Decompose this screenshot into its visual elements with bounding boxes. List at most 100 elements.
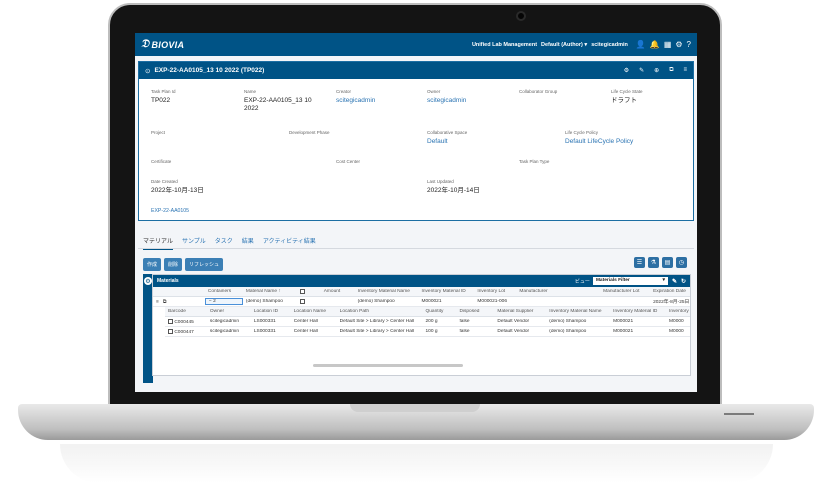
column-header[interactable]: Manufacturer Lot xyxy=(600,289,650,294)
panel-header: ⊙ EXP-22-AA0105_13 10 2022 (TP022) ⚙ ✎ ⊕… xyxy=(139,62,693,79)
base-slot xyxy=(724,413,754,415)
materials-title: Materials xyxy=(157,278,179,284)
materials-header: Materials ビュー Materials Filter ▾ ✎ ↻ xyxy=(153,275,690,287)
delete-button[interactable]: 削除 xyxy=(164,258,183,271)
menu-icon[interactable]: ≡ xyxy=(683,67,687,74)
help-icon[interactable]: ? xyxy=(687,40,691,49)
field-name: Name EXP-22-AA0105_13 10 2022 xyxy=(244,89,312,112)
field-cost-center: Cost Center xyxy=(336,159,361,164)
action-buttons: 作成 削除 リフレッシュ xyxy=(143,258,224,271)
materials-table: Containers Material Name ↑ Amount Invent… xyxy=(153,287,690,367)
laptop-mockup: 𝔇 BIOVIA Unified Lab Management Default … xyxy=(0,0,833,483)
panel-title: EXP-22-AA0105_13 10 2022 (TP022) xyxy=(154,67,265,74)
column-header[interactable]: Material Supplier xyxy=(494,309,546,314)
view-label: ビュー xyxy=(574,278,590,285)
user-name[interactable]: scitegicadmin xyxy=(591,42,628,48)
notification-bell-icon[interactable]: 🔔 xyxy=(650,40,660,49)
webcam xyxy=(516,11,526,21)
column-header[interactable]: Inventory Lot xyxy=(474,289,516,294)
field-creator: Creator scitegicadmin xyxy=(336,89,376,104)
column-header[interactable]: Expiration Date xyxy=(650,289,690,294)
target-icon[interactable]: ⊕ xyxy=(654,67,659,74)
column-header[interactable]: Material Name ↑ xyxy=(243,289,297,294)
field-date-created: Date Created 2022年-10月-13日 xyxy=(151,179,204,194)
create-button[interactable]: 作成 xyxy=(143,258,162,271)
column-header[interactable]: Manufacturer xyxy=(516,289,600,294)
reflection xyxy=(60,444,773,483)
field-project: Project xyxy=(151,130,166,135)
field-collaborator-group: Collaborator Group xyxy=(519,89,558,94)
view-select-value: Materials Filter xyxy=(595,278,630,283)
column-header[interactable]: Location ID xyxy=(251,309,291,314)
toolbar-icons: ☰ ⚗ ▤ ◷ xyxy=(634,257,687,268)
checkbox[interactable] xyxy=(168,328,173,334)
column-header[interactable]: Inventory Material ID xyxy=(419,289,475,294)
column-header[interactable]: Inventory Material Name xyxy=(355,289,419,294)
apps-grid-icon[interactable]: ▦ xyxy=(664,40,672,49)
table-row[interactable]: C000445 scitegicadmin LS000331 Center Ha… xyxy=(165,317,690,327)
clock-icon[interactable]: ◷ xyxy=(676,257,687,268)
container-subgrid: Barcode Owner Location ID Location Name … xyxy=(165,307,690,337)
tab-divider xyxy=(138,248,694,249)
field-development-phase: Development Phase xyxy=(289,130,330,135)
field-last-updated: Last Updated 2022年-10月-14日 xyxy=(427,179,480,194)
field-lifecycle-state: Life Cycle State ドラフト xyxy=(611,89,643,104)
column-header-checkbox[interactable] xyxy=(297,288,321,295)
edit-icon[interactable]: ✎ xyxy=(672,278,677,285)
row-menu-icon[interactable]: ≡ xyxy=(156,300,159,305)
ds-logo-icon: 𝔇 xyxy=(141,38,150,50)
column-header[interactable]: Inventory Material ID xyxy=(610,309,666,314)
flask-icon[interactable]: ⚗ xyxy=(648,257,659,268)
field-owner: Owner scitegicadmin xyxy=(427,89,467,104)
refresh-icon[interactable]: ↻ xyxy=(681,278,686,285)
table-row[interactable]: ≡ ⧉ − 2 (demo) Shampoo (demo) Shampoo M0… xyxy=(153,297,690,307)
user-icon[interactable]: 👤 xyxy=(636,40,646,49)
role-selector[interactable]: Default (Author) ▾ xyxy=(541,42,587,48)
field-task-plan-id: Task Plan Id TP022 xyxy=(151,89,176,104)
materials-grid: Materials ビュー Materials Filter ▾ ✎ ↻ Con… xyxy=(152,274,691,376)
subgrid-header-row: Barcode Owner Location ID Location Name … xyxy=(165,307,690,317)
column-header[interactable]: Amount xyxy=(321,289,355,294)
panel-icon: ⊙ xyxy=(145,67,151,75)
open-link-icon[interactable]: ⧉ xyxy=(163,300,166,305)
column-header[interactable]: Quantity xyxy=(423,309,457,314)
column-header[interactable]: Barcode xyxy=(165,309,207,314)
table-row[interactable]: C000447 scitegicadmin LS000331 Center Ha… xyxy=(165,327,690,337)
column-header[interactable]: Location Name xyxy=(291,309,337,314)
checkbox[interactable] xyxy=(299,288,305,294)
table-header-row: Containers Material Name ↑ Amount Invent… xyxy=(153,287,690,297)
horizontal-scrollbar[interactable] xyxy=(313,364,463,367)
external-link-icon[interactable]: ⧉ xyxy=(669,67,673,74)
side-gear-icon[interactable]: ⚙ xyxy=(144,277,152,285)
expand-icon[interactable]: − xyxy=(209,299,212,304)
top-bar: 𝔇 BIOVIA Unified Lab Management Default … xyxy=(135,33,697,56)
column-header[interactable]: Inventory Material Name xyxy=(546,309,610,314)
biovia-logo[interactable]: 𝔇 BIOVIA xyxy=(141,38,184,51)
refresh-button[interactable]: リフレッシュ xyxy=(185,258,224,271)
app-name: Unified Lab Management xyxy=(471,41,538,48)
lid-notch xyxy=(350,404,480,412)
app-screen: 𝔇 BIOVIA Unified Lab Management Default … xyxy=(135,33,697,392)
view-select[interactable]: Materials Filter ▾ xyxy=(592,277,668,285)
column-header[interactable]: Owner xyxy=(207,309,251,314)
laptop-base xyxy=(18,404,814,440)
gear-icon[interactable]: ⚙ xyxy=(675,40,682,49)
column-header[interactable]: Inventory xyxy=(666,309,690,314)
settings-icon[interactable]: ⚙ xyxy=(624,67,629,74)
field-collaborative-space: Collaborative Space Default xyxy=(427,130,468,145)
task-plan-panel: ⊙ EXP-22-AA0105_13 10 2022 (TP022) ⚙ ✎ ⊕… xyxy=(138,61,694,221)
checkbox[interactable] xyxy=(168,318,173,324)
chevron-down-icon: ▾ xyxy=(662,278,665,283)
column-header[interactable]: Location Path xyxy=(337,309,423,314)
checkbox[interactable] xyxy=(299,298,305,304)
column-header[interactable]: Containers xyxy=(205,289,243,294)
edit-icon[interactable]: ✎ xyxy=(639,67,644,74)
experiment-link[interactable]: EXP-22-AA0105 xyxy=(151,208,189,214)
logo-text: BIOVIA xyxy=(151,39,185,50)
field-lifecycle-policy: Life Cycle Policy Default LifeCycle Poli… xyxy=(565,130,634,145)
column-header[interactable]: Disposed xyxy=(456,309,494,314)
field-task-plan-type: Task Plan Type xyxy=(519,159,550,164)
list-icon[interactable]: ☰ xyxy=(634,257,645,268)
field-certificate: Certificate xyxy=(151,159,172,164)
book-icon[interactable]: ▤ xyxy=(662,257,673,268)
